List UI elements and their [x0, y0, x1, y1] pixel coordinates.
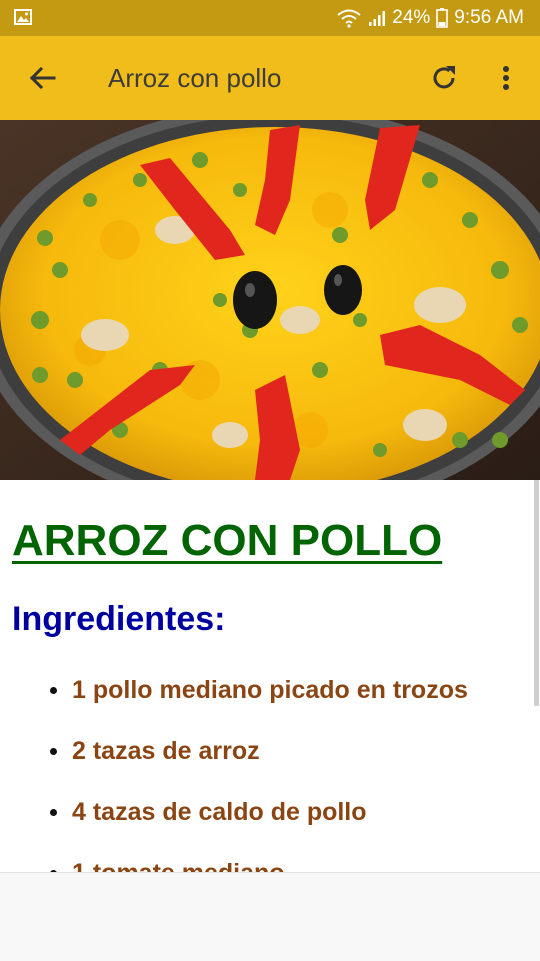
bullet-icon — [50, 687, 57, 694]
gallery-icon — [14, 9, 32, 25]
list-item: 4 tazas de caldo de pollo — [0, 790, 468, 851]
recipe-title: ARROZ CON POLLO — [12, 516, 443, 565]
bullet-icon — [50, 809, 57, 816]
clock: 9:56 AM — [454, 7, 524, 28]
bottom-panel — [0, 872, 540, 961]
app-bar: Arroz con pollo — [0, 36, 540, 120]
ingredient-list: 1 pollo mediano picado en trozos 2 tazas… — [0, 668, 468, 872]
ingredient-text: 1 tomate mediano — [72, 859, 285, 872]
app-bar-title: Arroz con pollo — [108, 63, 282, 93]
list-item: 2 tazas de arroz — [0, 729, 468, 790]
ingredient-text: 2 tazas de arroz — [72, 737, 260, 765]
list-item: 1 tomate mediano — [0, 851, 468, 872]
refresh-icon[interactable] — [426, 60, 462, 96]
ingredient-text: 1 pollo mediano picado en trozos — [72, 676, 468, 704]
battery-percent: 24% — [392, 7, 431, 28]
more-vert-icon[interactable] — [494, 60, 518, 96]
wifi-icon — [337, 9, 361, 28]
ingredients-heading: Ingredientes: — [12, 600, 226, 638]
status-bar: 24% 9:56 AM — [0, 0, 540, 36]
status-right: 24% 9:56 AM — [336, 0, 524, 36]
bullet-icon — [50, 748, 57, 755]
battery-icon — [436, 8, 449, 28]
ingredient-text: 4 tazas de caldo de pollo — [72, 798, 367, 826]
list-item: 1 pollo mediano picado en trozos — [0, 668, 468, 729]
recipe-content[interactable]: ARROZ CON POLLO Ingredientes: 1 pollo me… — [0, 480, 540, 872]
signal-icon — [369, 11, 386, 26]
scrollbar[interactable] — [534, 480, 539, 706]
recipe-photo — [0, 120, 540, 480]
back-arrow-icon[interactable] — [24, 60, 60, 96]
